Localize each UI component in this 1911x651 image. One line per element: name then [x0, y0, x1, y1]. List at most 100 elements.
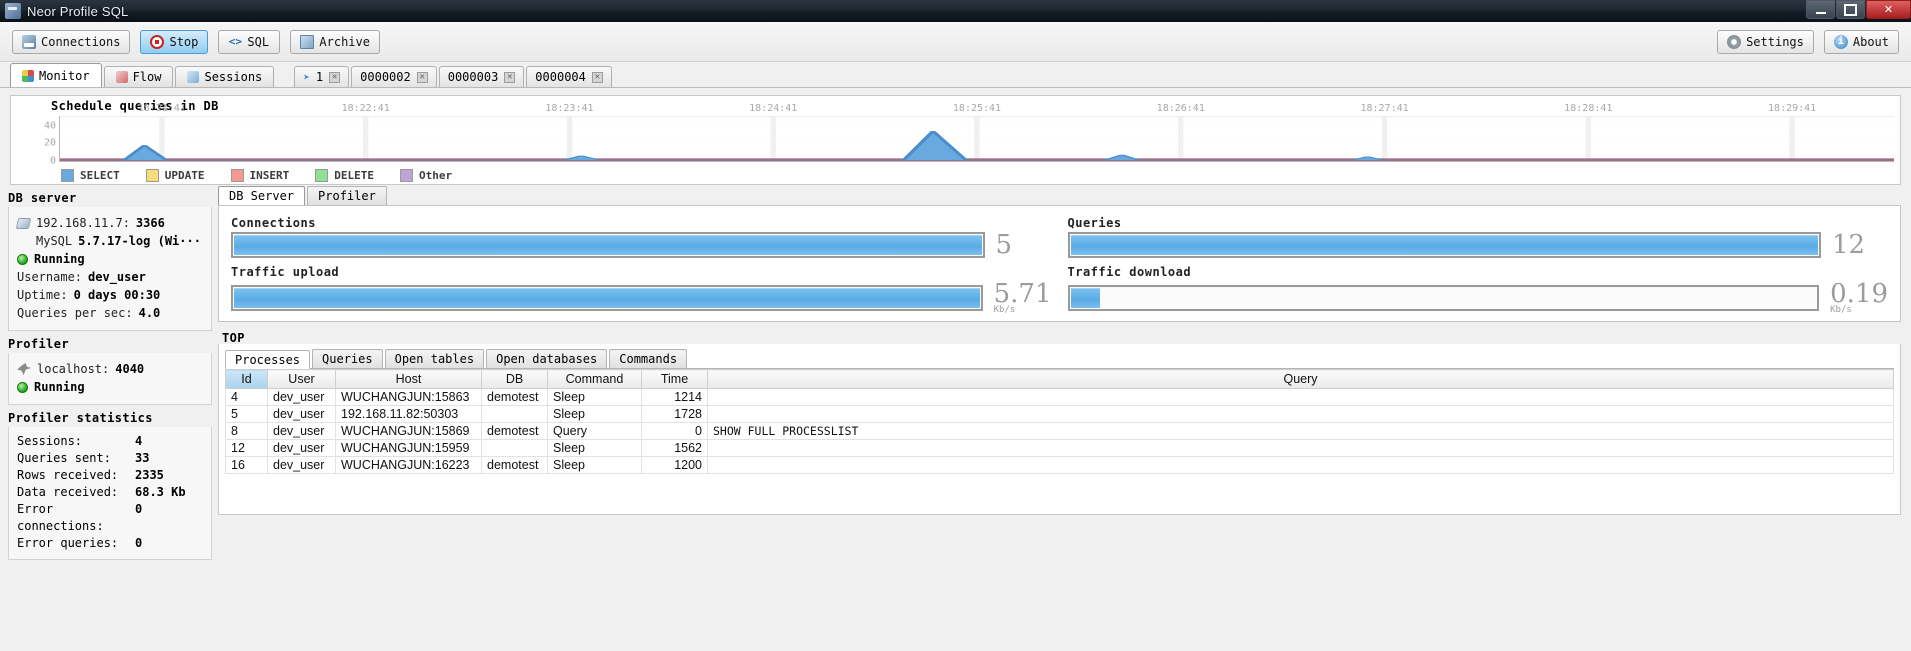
table-header-row: Id User Host DB Command Time Query: [225, 369, 1894, 389]
legend-swatch: [61, 169, 74, 182]
query-tab-1[interactable]: ➤ 1 ✕: [294, 66, 350, 87]
tab-sessions-label: Sessions: [204, 70, 263, 84]
db-server-username-row: Username: dev_user: [17, 269, 203, 285]
cell-host: 192.168.11.82:50303: [335, 405, 482, 423]
toolbar-right-group: Settings i About: [1717, 29, 1899, 54]
tab-profiler[interactable]: Profiler: [307, 186, 387, 205]
cell-time: 0: [641, 422, 708, 440]
tab-flow[interactable]: Flow: [103, 66, 174, 87]
archive-icon: [300, 34, 315, 49]
top-tab-open-databases[interactable]: Open databases: [486, 349, 608, 368]
table-row[interactable]: 16 dev_user WUCHANGJUN:16223 demotest Sleep 1…: [225, 456, 1894, 474]
cell-empty: [481, 490, 548, 508]
settings-button[interactable]: Settings: [1717, 29, 1814, 54]
tab-flow-label: Flow: [132, 70, 162, 84]
sql-button[interactable]: <> SQL: [218, 29, 281, 54]
legend-swatch: [400, 169, 413, 182]
uptime-value: 0 days 00:30: [73, 288, 161, 302]
column-header-db[interactable]: DB: [481, 369, 548, 389]
gauge-traffic-download-fill: [1070, 288, 1101, 308]
db-server-group: DB server 192.168.11.7: 3366 MySQL 5.7.1…: [8, 191, 212, 331]
cell-host: WUCHANGJUN:16223: [335, 456, 482, 474]
cell-time: 1200: [641, 456, 708, 474]
cell-db: [481, 439, 548, 457]
legend-label: Other: [419, 169, 453, 182]
toolbar: Connections Stop <> SQL Archive Settings…: [0, 22, 1911, 62]
legend-swatch: [230, 169, 244, 182]
profiler-title: Profiler: [8, 337, 69, 351]
main-body: DB server 192.168.11.7: 3366 MySQL 5.7.1…: [0, 185, 1911, 651]
close-icon[interactable]: ✕: [329, 71, 341, 83]
close-button[interactable]: ✕: [1866, 0, 1911, 19]
top-tab-commands[interactable]: Commands: [609, 349, 688, 368]
table-row[interactable]: 8 dev_user WUCHANGJUN:15869 demotest Query 0 S…: [225, 422, 1894, 440]
cell-host: WUCHANGJUN:15863: [335, 388, 482, 406]
cell-command: Query: [547, 422, 642, 440]
stat-value: 33: [135, 451, 150, 465]
column-header-query[interactable]: Query: [707, 369, 1894, 389]
cell-time: 1562: [641, 439, 708, 457]
about-button[interactable]: i About: [1823, 29, 1899, 54]
gauge-traffic-upload-bar: [231, 285, 983, 311]
cell-empty: [641, 473, 708, 491]
connections-icon: [22, 34, 36, 49]
about-button-label: About: [1852, 34, 1889, 49]
qps-label: Queries per sec:: [17, 306, 133, 320]
gauge-queries-bar: [1067, 232, 1821, 258]
close-icon[interactable]: ✕: [504, 71, 516, 83]
query-tab-3[interactable]: 0000003 ✕: [438, 66, 525, 87]
cell-command: Sleep: [547, 405, 642, 423]
column-header-host[interactable]: Host: [335, 369, 482, 389]
cell-empty: [641, 490, 708, 508]
cell-user: dev_user: [267, 456, 336, 474]
close-icon[interactable]: ✕: [416, 71, 428, 83]
query-tab-4[interactable]: 0000004 ✕: [526, 66, 612, 87]
archive-button[interactable]: Archive: [290, 29, 380, 54]
cell-command: Sleep: [547, 439, 642, 457]
minimize-button[interactable]: [1806, 0, 1835, 19]
chart-svg: [60, 117, 1894, 162]
top-tab-open-tables[interactable]: Open tables: [384, 349, 485, 368]
close-icon[interactable]: ✕: [591, 71, 603, 83]
column-header-time[interactable]: Time: [641, 369, 708, 389]
x-axis-tick-label: 18:22:41: [341, 103, 390, 114]
gauge-traffic-download-value: 0.19: [1830, 279, 1888, 309]
maximize-button[interactable]: [1836, 0, 1865, 19]
top-tab-label: Open databases: [496, 352, 598, 366]
column-header-user[interactable]: User: [267, 369, 336, 389]
archive-button-label: Archive: [319, 34, 370, 49]
column-header-id[interactable]: Id: [225, 369, 268, 389]
gauge-traffic-download-bar: [1067, 285, 1820, 311]
monitor-icon: [22, 69, 34, 82]
flow-icon: [115, 71, 128, 83]
tab-sessions[interactable]: Sessions: [175, 66, 275, 87]
table-row[interactable]: 5 dev_user 192.168.11.82:50303 Sleep 1728: [225, 405, 1894, 423]
query-tab-2[interactable]: 0000002 ✕: [351, 66, 437, 87]
query-tab-1-label: 1: [315, 70, 324, 84]
table-row[interactable]: 4 dev_user WUCHANGJUN:15863 demotest Sleep 12…: [225, 388, 1894, 406]
cell-command: Sleep: [547, 456, 642, 474]
cell-id: 8: [225, 422, 268, 440]
top-tab-queries[interactable]: Queries: [312, 349, 383, 368]
stop-button[interactable]: Stop: [140, 29, 209, 54]
profiler-host-label: localhost:: [37, 362, 110, 376]
top-tabs: Processes Queries Open tables Open database…: [225, 349, 1894, 369]
column-header-command[interactable]: Command: [547, 369, 642, 389]
table-row[interactable]: 12 dev_user WUCHANGJUN:15959 Sleep 1562: [225, 439, 1894, 457]
stop-icon: [150, 34, 165, 49]
sql-button-label: SQL: [247, 34, 270, 49]
gauge-queries: Queries 12: [1067, 216, 1889, 258]
top-tab-processes[interactable]: Processes: [225, 350, 311, 369]
tab-monitor[interactable]: Monitor: [10, 63, 102, 87]
db-server-version: 5.7.17-log (Wi···: [78, 234, 201, 248]
gauge-queries-fill: [1070, 235, 1818, 255]
connections-button[interactable]: Connections: [12, 29, 131, 54]
db-server-uptime-row: Uptime: 0 days 00:30: [17, 287, 203, 303]
stat-value: 0: [135, 502, 143, 516]
x-axis-tick-label: 18:27:41: [1360, 103, 1409, 114]
db-server-port: 3366: [135, 216, 165, 230]
cell-db: demotest: [481, 422, 548, 440]
top-tab-label: Processes: [235, 352, 301, 367]
tab-db-server[interactable]: DB Server: [218, 186, 306, 205]
processes-table: Id User Host DB Command Time Query 4 dev_user WU…: [225, 369, 1894, 508]
